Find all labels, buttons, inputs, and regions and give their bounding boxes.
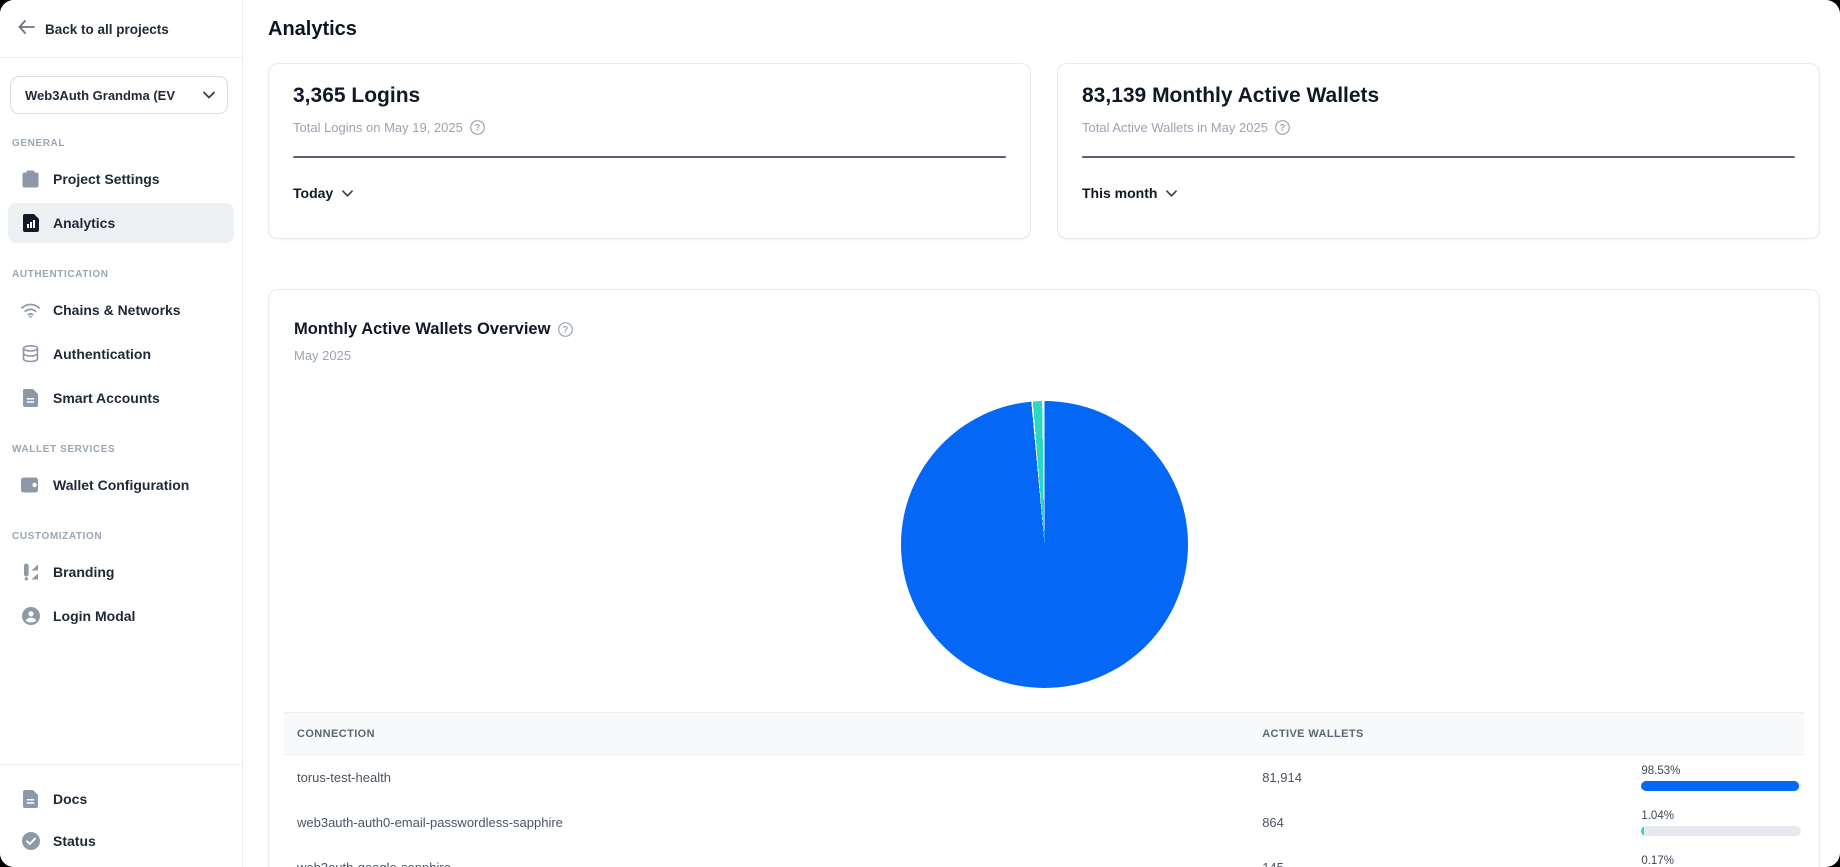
- sidebar-item-label: Login Modal: [53, 608, 135, 624]
- overview-subtitle: May 2025: [284, 348, 1804, 363]
- sidebar-item-label: Chains & Networks: [53, 302, 181, 318]
- back-label: Back to all projects: [45, 22, 169, 37]
- help-icon[interactable]: ?: [470, 120, 485, 135]
- sidebar-item-branding[interactable]: Branding: [8, 552, 234, 592]
- wallet-icon: [21, 476, 40, 495]
- column-header-connection: CONNECTION: [284, 728, 1249, 740]
- sidebar-item-docs[interactable]: Docs: [8, 779, 234, 819]
- section-label-wallet-services: WALLET SERVICES: [0, 444, 242, 455]
- sidebar-item-authentication[interactable]: Authentication: [8, 334, 234, 374]
- active-wallets-value: 81,914: [1249, 770, 1641, 785]
- chevron-down-icon: [342, 184, 353, 202]
- arrow-left-icon: [18, 20, 35, 39]
- help-icon[interactable]: ?: [1275, 120, 1290, 135]
- logins-stat-card: 3,365 Logins Total Logins on May 19, 202…: [268, 63, 1031, 239]
- sidebar-item-label: Branding: [53, 564, 114, 580]
- connections-table: CONNECTION ACTIVE WALLETS torus-test-hea…: [284, 712, 1804, 867]
- percent-label: 1.04%: [1641, 810, 1801, 822]
- sidebar-item-label: Docs: [53, 791, 87, 807]
- overview-title: Monthly Active Wallets Overview: [294, 320, 550, 339]
- table-row: web3auth-google-sapphire 145 0.17%: [284, 845, 1804, 867]
- svg-text:?: ?: [475, 123, 481, 133]
- document-icon: [21, 389, 40, 408]
- page-title: Analytics: [268, 18, 1820, 41]
- check-circle-icon: [21, 832, 40, 851]
- percent-label: 98.53%: [1641, 765, 1801, 777]
- percent-bar: [1641, 826, 1801, 836]
- document-icon: [21, 790, 40, 809]
- card-divider: [293, 156, 1006, 158]
- clipboard-icon: [21, 170, 40, 189]
- range-label: Today: [293, 185, 333, 201]
- sidebar-item-login-modal[interactable]: Login Modal: [8, 596, 234, 636]
- sidebar: Back to all projects Web3Auth Grandma (E…: [0, 0, 243, 867]
- sidebar-item-smart-accounts[interactable]: Smart Accounts: [8, 378, 234, 418]
- maw-range-dropdown[interactable]: This month: [1082, 184, 1177, 202]
- sidebar-item-label: Analytics: [53, 215, 115, 231]
- connection-name: web3auth-auth0-email-passwordless-sapphi…: [284, 815, 1249, 830]
- column-header-active-wallets: ACTIVE WALLETS: [1249, 728, 1641, 740]
- sidebar-item-wallet-configuration[interactable]: Wallet Configuration: [8, 465, 234, 505]
- table-header: CONNECTION ACTIVE WALLETS: [284, 712, 1804, 755]
- connection-name: torus-test-health: [284, 770, 1249, 785]
- database-icon: [21, 345, 40, 364]
- logins-subtitle: Total Logins on May 19, 2025: [293, 120, 463, 135]
- table-row: web3auth-auth0-email-passwordless-sapphi…: [284, 800, 1804, 845]
- logins-range-dropdown[interactable]: Today: [293, 184, 353, 202]
- project-selector-value: Web3Auth Grandma (EV: [25, 88, 175, 103]
- sidebar-item-label: Project Settings: [53, 171, 160, 187]
- logins-count: 3,365 Logins: [293, 84, 1006, 108]
- help-icon[interactable]: ?: [558, 322, 573, 337]
- sidebar-item-label: Authentication: [53, 346, 151, 362]
- main-content: Analytics 3,365 Logins Total Logins on M…: [243, 0, 1840, 867]
- active-wallets-value: 145: [1249, 860, 1641, 867]
- maw-count: 83,139 Monthly Active Wallets: [1082, 84, 1795, 108]
- chevron-down-icon: [203, 86, 215, 104]
- sidebar-item-label: Smart Accounts: [53, 390, 160, 406]
- active-wallets-value: 864: [1249, 815, 1641, 830]
- bar-chart-doc-icon: [21, 214, 40, 233]
- sidebar-item-chains-networks[interactable]: Chains & Networks: [8, 290, 234, 330]
- mau-pie-chart: [901, 401, 1188, 688]
- sidebar-item-label: Status: [53, 833, 96, 849]
- percent-bar: [1641, 781, 1801, 791]
- section-label-general: GENERAL: [0, 138, 242, 149]
- sidebar-item-label: Wallet Configuration: [53, 477, 189, 493]
- sidebar-item-status[interactable]: Status: [8, 821, 234, 861]
- card-divider: [1082, 156, 1795, 158]
- user-circle-icon: [21, 607, 40, 626]
- svg-text:?: ?: [563, 325, 569, 335]
- percent-label: 0.17%: [1641, 855, 1801, 867]
- range-label: This month: [1082, 185, 1157, 201]
- maw-subtitle: Total Active Wallets in May 2025: [1082, 120, 1268, 135]
- back-to-projects-link[interactable]: Back to all projects: [0, 0, 242, 57]
- maw-overview-card: Monthly Active Wallets Overview ? May 20…: [268, 289, 1820, 867]
- table-row: torus-test-health 81,914 98.53%: [284, 755, 1804, 800]
- wifi-icon: [21, 301, 40, 320]
- connection-name: web3auth-google-sapphire: [284, 860, 1249, 867]
- paint-roller-icon: [21, 563, 40, 582]
- chevron-down-icon: [1166, 184, 1177, 202]
- section-label-authentication: AUTHENTICATION: [0, 269, 242, 280]
- sidebar-item-project-settings[interactable]: Project Settings: [8, 159, 234, 199]
- sidebar-item-analytics[interactable]: Analytics: [8, 203, 234, 243]
- section-label-customization: CUSTOMIZATION: [0, 531, 242, 542]
- svg-text:?: ?: [1280, 123, 1286, 133]
- monthly-active-wallets-stat-card: 83,139 Monthly Active Wallets Total Acti…: [1057, 63, 1820, 239]
- web3auth-dashboard: Back to all projects Web3Auth Grandma (E…: [0, 0, 1840, 867]
- project-selector[interactable]: Web3Auth Grandma (EV: [10, 76, 228, 114]
- sidebar-divider-top: [0, 57, 242, 58]
